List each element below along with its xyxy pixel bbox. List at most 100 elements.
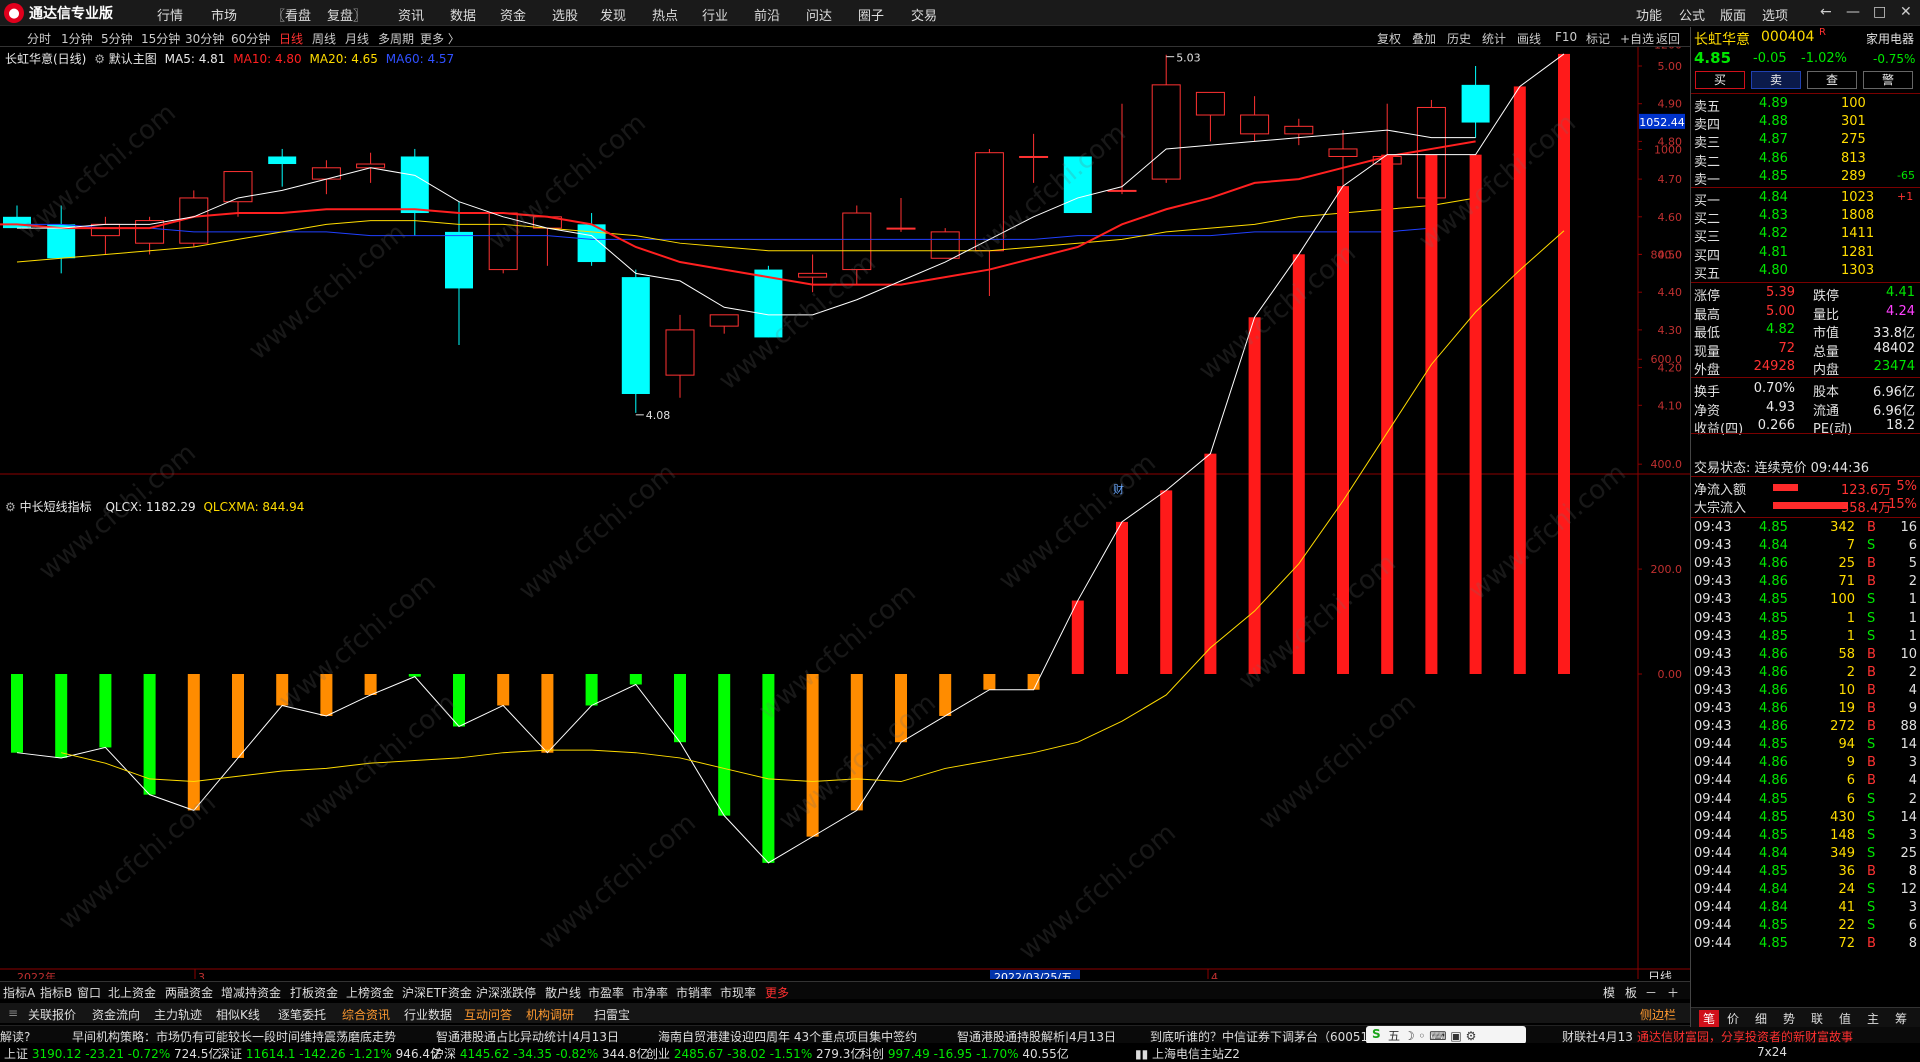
indicator-tab-11[interactable]: 市盈率	[588, 984, 624, 1001]
func-tab-9[interactable]: 扫雷宝	[594, 1006, 630, 1023]
zoom-btn-0[interactable]: 模	[1603, 984, 1615, 1001]
index-sh[interactable]: 上证 3190.12 -23.21 -0.72% 724.5亿	[4, 1045, 220, 1062]
news-item-0[interactable]: 解读?	[0, 1028, 30, 1043]
quote-tab-4[interactable]: 联	[1811, 1010, 1823, 1027]
sector-name[interactable]: 家用电器	[1866, 30, 1914, 47]
quote-tab-3[interactable]: 势	[1783, 1010, 1795, 1027]
period-tab-2[interactable]: 5分钟	[101, 30, 133, 47]
index-sz[interactable]: 深证 11614.1 -142.26 -1.21% 946.4亿	[218, 1045, 442, 1062]
buy-button[interactable]: 买	[1695, 71, 1745, 89]
ime-toolbar[interactable]: S 五 ☽ ◦ ⌨ ▣ ⚙	[1366, 1026, 1526, 1043]
news-clock[interactable]: 7x24	[1757, 1045, 1787, 1059]
order-book-row[interactable]: 买四 4.81 1281	[1691, 245, 1920, 264]
menu-item-12[interactable]: 问达	[806, 5, 832, 24]
quote-tab-7[interactable]: 筹	[1895, 1010, 1907, 1027]
chart-tool-7[interactable]: +自选	[1620, 30, 1654, 47]
news-item-1[interactable]: 早间机构策略：市场仍有可能较长一段时间维持震荡磨底走势	[72, 1028, 396, 1043]
indicator-tab-12[interactable]: 市净率	[632, 984, 668, 1001]
query-button[interactable]: 查	[1807, 71, 1857, 89]
menu-item-11[interactable]: 前沿	[754, 5, 780, 24]
order-book-row[interactable]: 买五 4.80 1303	[1691, 263, 1920, 282]
order-book-row[interactable]: 买一 4.84 1023 +1	[1691, 190, 1920, 209]
index-kc[interactable]: 科创 997.49 -16.95 -1.70% 40.55亿	[860, 1045, 1069, 1062]
quote-tab-0[interactable]: 笔	[1699, 1010, 1720, 1027]
indicator-tab-0[interactable]: 指标A	[3, 984, 35, 1001]
period-tab-10[interactable]: 更多 〉	[420, 30, 460, 47]
period-tab-4[interactable]: 30分钟	[185, 30, 224, 47]
menu-right-0[interactable]: 功能	[1636, 5, 1662, 24]
chart-tool-8[interactable]: 返回	[1656, 30, 1680, 47]
chart-area[interactable]: 5.00 4.90 4.80 4.70 4.60 4.50 4.40 4.30 4.20 4.10…	[0, 47, 1690, 979]
menu-right-1[interactable]: 公式	[1679, 5, 1705, 24]
chart-tool-5[interactable]: F10	[1555, 30, 1577, 44]
sell-button[interactable]: 卖	[1751, 71, 1801, 89]
menu-item-14[interactable]: 交易	[911, 5, 937, 24]
menu-item-10[interactable]: 行业	[702, 5, 728, 24]
indicator-tab-5[interactable]: 增减持资金	[221, 984, 281, 1001]
menu-item-8[interactable]: 发现	[600, 5, 626, 24]
news-item-4[interactable]: 智通港股通持股解析|4月13日	[957, 1028, 1116, 1043]
index-hs[interactable]: 沪深 4145.62 -34.35 -0.82% 344.8亿	[432, 1045, 648, 1062]
period-tab-7[interactable]: 周线	[312, 30, 336, 47]
menu-item-13[interactable]: 圈子	[858, 5, 884, 24]
chart-tool-1[interactable]: 叠加	[1412, 30, 1436, 47]
settings-icon[interactable]: ⚙	[94, 52, 105, 66]
menu-item-4[interactable]: 资讯	[398, 5, 424, 24]
period-tab-5[interactable]: 60分钟	[231, 30, 270, 47]
zoom-btn-3[interactable]: ＋	[1667, 984, 1679, 1001]
order-book-row[interactable]: 卖一 4.85 289 -65	[1691, 169, 1920, 188]
order-book-row[interactable]: 卖三 4.87 275	[1691, 132, 1920, 151]
menu-right-3[interactable]: 选项	[1762, 5, 1788, 24]
indicator-tab-14[interactable]: 市现率	[720, 984, 756, 1001]
func-tab-6[interactable]: 行业数据	[404, 1006, 452, 1023]
menu-right-2[interactable]: 版面	[1720, 5, 1746, 24]
indicator-tab-6[interactable]: 打板资金	[290, 984, 338, 1001]
indicator-tab-9[interactable]: 沪深涨跌停	[476, 984, 536, 1001]
quote-tab-2[interactable]: 细	[1755, 1010, 1767, 1027]
legend-template[interactable]: 默认主图	[109, 52, 157, 66]
maximize-icon[interactable]: □	[1873, 4, 1886, 20]
index-cy[interactable]: 创业 2485.67 -38.02 -1.51% 279.3亿	[646, 1045, 862, 1062]
period-tab-6[interactable]: 日线	[279, 30, 303, 47]
func-tab-2[interactable]: 主力轨迹	[154, 1006, 202, 1023]
news-item-7[interactable]: 通达信财富园，分享投资者的新财富故事	[1637, 1028, 1853, 1043]
indicator-tab-4[interactable]: 两融资金	[165, 984, 213, 1001]
order-book-row[interactable]: 买三 4.82 1411	[1691, 226, 1920, 245]
indicator-tab-13[interactable]: 市销率	[676, 984, 712, 1001]
menu-item-7[interactable]: 选股	[552, 5, 578, 24]
chart-tool-2[interactable]: 历史	[1447, 30, 1471, 47]
func-tab-1[interactable]: 资金流向	[92, 1006, 140, 1023]
func-tab-8[interactable]: 机构调研	[526, 1006, 574, 1023]
quote-tab-5[interactable]: 值	[1839, 1010, 1851, 1027]
indicator-tab-2[interactable]: 窗口	[77, 984, 101, 1001]
menu-item-9[interactable]: 热点	[652, 5, 678, 24]
indicator-tab-7[interactable]: 上榜资金	[346, 984, 394, 1001]
menu-icon[interactable]: ≡	[8, 1006, 18, 1020]
order-book-row[interactable]: 卖四 4.88 301	[1691, 114, 1920, 133]
quote-tab-6[interactable]: 主	[1867, 1010, 1879, 1027]
indicator-tab-10[interactable]: 散户线	[545, 984, 581, 1001]
menu-item-6[interactable]: 资金	[500, 5, 526, 24]
chart-tool-3[interactable]: 统计	[1482, 30, 1506, 47]
settings-icon[interactable]: ⚙	[5, 500, 16, 514]
back-icon[interactable]: ←	[1820, 4, 1832, 20]
period-tab-1[interactable]: 1分钟	[61, 30, 93, 47]
order-book-row[interactable]: 卖二 4.86 813	[1691, 151, 1920, 170]
indicator-tab-1[interactable]: 指标B	[40, 984, 72, 1001]
zoom-btn-2[interactable]: －	[1645, 984, 1657, 1001]
alert-button[interactable]: 警	[1863, 71, 1913, 89]
menu-item-2[interactable]: 〖看盘	[272, 5, 311, 24]
func-tab-7[interactable]: 互动问答	[464, 1006, 512, 1023]
menu-item-5[interactable]: 数据	[450, 5, 476, 24]
period-tab-3[interactable]: 15分钟	[141, 30, 180, 47]
menu-item-1[interactable]: 市场	[211, 5, 237, 24]
news-item-2[interactable]: 智通港股通占比异动统计|4月13日	[436, 1028, 619, 1043]
news-item-5[interactable]: 到底听谁的？中信证券下调茅台（60051	[1150, 1028, 1368, 1043]
func-tab-4[interactable]: 逐笔委托	[278, 1006, 326, 1023]
func-tab-3[interactable]: 相似K线	[216, 1006, 260, 1023]
period-tab-9[interactable]: 多周期	[378, 30, 414, 47]
indicator-tab-3[interactable]: 北上资金	[108, 984, 156, 1001]
news-item-3[interactable]: 海南自贸港建设迎四周年 43个重点项目集中签约	[658, 1028, 917, 1043]
minimize-icon[interactable]: —	[1846, 4, 1860, 20]
close-icon[interactable]: ✕	[1900, 4, 1912, 20]
